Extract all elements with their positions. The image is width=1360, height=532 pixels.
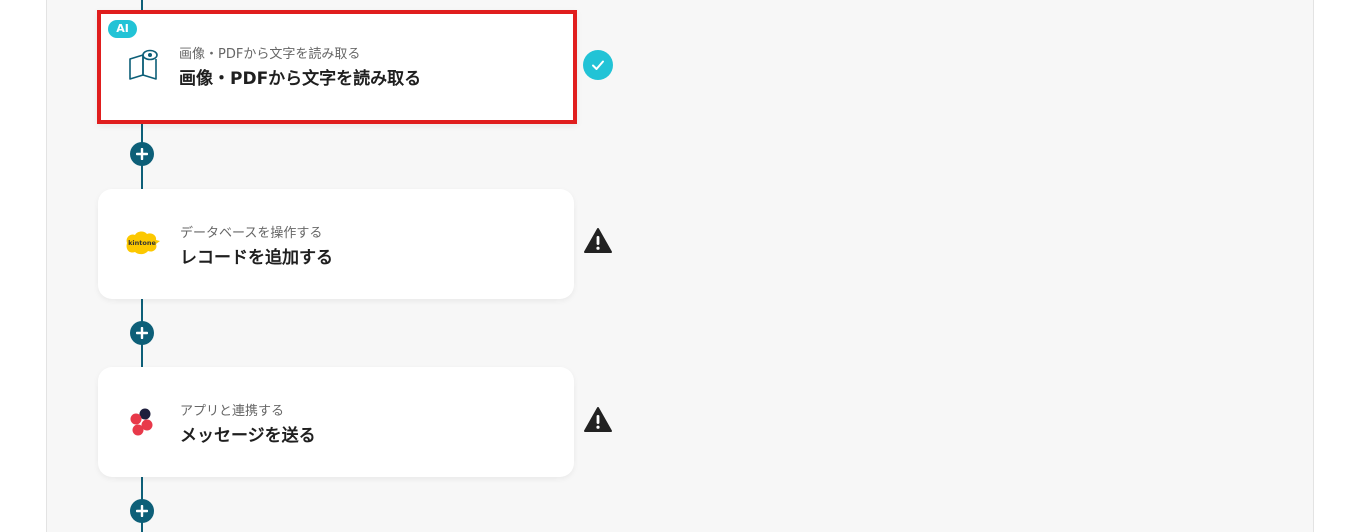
plus-icon [136,327,148,339]
add-step-button[interactable] [130,142,154,166]
book-eye-icon [122,45,166,85]
step-action-title: メッセージを送る [180,426,316,446]
step-app-label: 画像・PDFから文字を読み取る [179,47,361,62]
kintone-logo-text: kintone [128,239,156,247]
kintone-logo: kintone [120,223,164,263]
plus-icon [136,148,148,160]
step-action-title: レコードを追加する [180,248,333,268]
add-step-button[interactable] [130,499,154,523]
warning-icon [583,226,613,256]
complete-check-icon [583,50,613,80]
flow-step-chat-app[interactable]: アプリと連携する メッセージを送る [98,367,574,477]
step-action-title: 画像・PDFから文字を読み取る [179,69,422,89]
flow-step-kintone[interactable]: kintone データベースを操作する レコードを追加する [98,189,574,299]
warning-icon [583,405,613,435]
add-step-button[interactable] [130,321,154,345]
slack-like-app-icon [120,401,164,441]
step-app-label: データベースを操作する [180,226,323,241]
plus-icon [136,505,148,517]
ai-badge: AI [108,20,137,38]
flow-step-ocr[interactable]: AI 画像・PDFから文字を読み取る 画像・PDFから文字を読み取る [97,10,577,124]
step-app-label: アプリと連携する [180,404,285,419]
